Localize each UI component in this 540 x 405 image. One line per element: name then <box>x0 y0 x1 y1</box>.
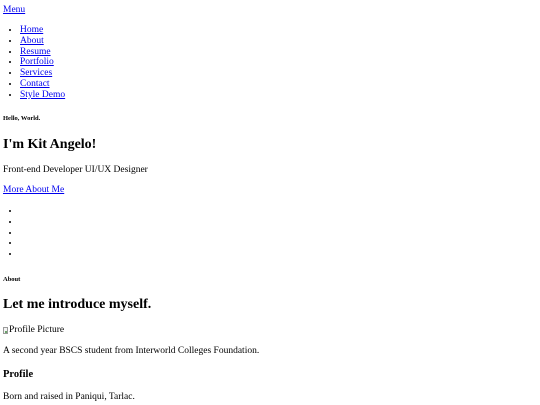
nav-item-services: Services <box>20 68 65 79</box>
nav-item-about: About <box>20 36 65 47</box>
social-links-list <box>0 206 20 260</box>
nav-item-home: Home <box>20 25 65 36</box>
profile-picture: Profile Picture <box>3 325 64 336</box>
hero-roles: Front-end Developer UI/UX Designer <box>3 165 148 175</box>
nav-link-services[interactable]: Services <box>20 68 52 78</box>
nav-item-contact: Contact <box>20 79 65 90</box>
hero-title: I'm Kit Angelo! <box>3 137 97 152</box>
broken-image-icon <box>3 327 8 334</box>
about-section-label: About <box>3 276 21 283</box>
about-description: A second year BSCS student from Interwor… <box>3 346 260 356</box>
nav-item-resume: Resume <box>20 47 65 58</box>
nav-link-resume[interactable]: Resume <box>20 47 51 57</box>
nav-item-style-demo: Style Demo <box>20 90 65 101</box>
more-about-me-link[interactable]: More About Me <box>3 185 64 196</box>
nav-link-contact[interactable]: Contact <box>20 79 50 89</box>
profile-heading: Profile <box>3 369 34 380</box>
nav-link-home[interactable]: Home <box>20 25 43 35</box>
nav-link-portfolio[interactable]: Portfolio <box>20 57 54 67</box>
nav-link-about[interactable]: About <box>20 36 44 46</box>
about-title: Let me introduce myself. <box>3 297 152 312</box>
menu-toggle-link[interactable]: Menu <box>3 5 25 16</box>
profile-picture-alt: Profile Picture <box>9 325 65 335</box>
main-nav: Home About Resume Portfolio Services Con… <box>0 25 65 101</box>
hero-greeting: Hello, World. <box>3 115 41 122</box>
nav-item-portfolio: Portfolio <box>20 57 65 68</box>
profile-origin: Born and raised in Paniqui, Tarlac. <box>3 392 135 402</box>
nav-link-style-demo[interactable]: Style Demo <box>20 90 65 100</box>
